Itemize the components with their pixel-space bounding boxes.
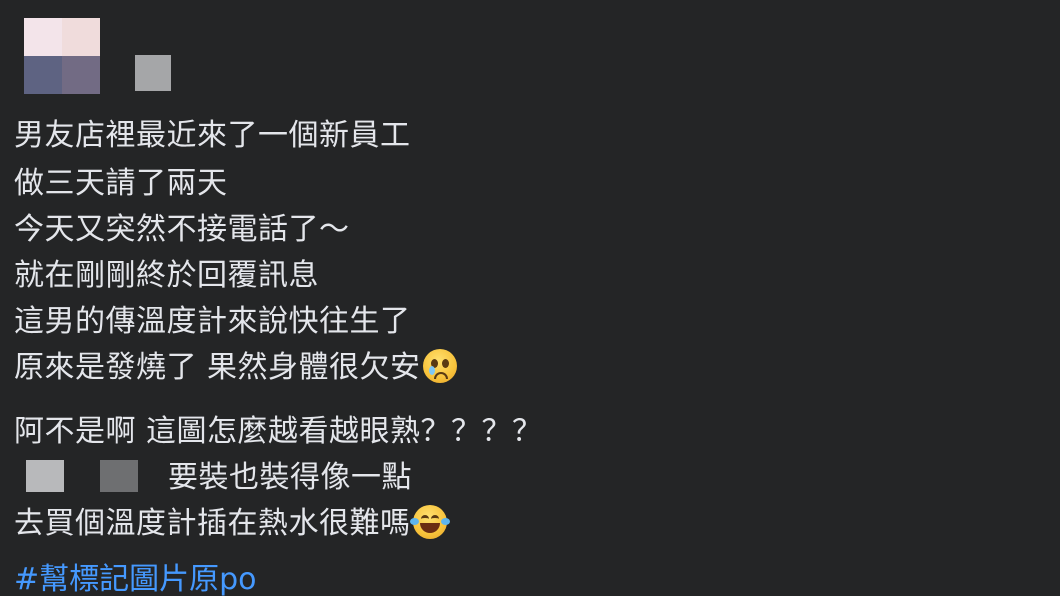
post-text-line-6-text: 原來是發燒了 果然身體很欠安 (14, 350, 421, 385)
hashtag-link[interactable]: #幫標記圖片原po (14, 562, 257, 596)
post-text-line-1: 男友店裡最近來了一個新員工 (14, 118, 411, 153)
mention-censored-2[interactable] (100, 459, 138, 492)
post-text-line-4: 就在剛剛終於回覆訊息 (14, 258, 319, 293)
face-with-tears-of-joy-icon (409, 504, 450, 539)
post-text-line-2: 做三天請了兩天 (14, 166, 228, 201)
avatar[interactable] (24, 18, 100, 94)
mention-censored-1[interactable] (26, 459, 64, 492)
facebook-post: 男友店裡最近來了一個新員工 做三天請了兩天 今天又突然不接電話了～ 就在剛剛終於… (0, 0, 1060, 596)
post-text-line-9-text: 去買個溫度計插在熱水很難嗎 (14, 506, 411, 541)
avatar-pixel (24, 18, 62, 56)
author-name-censored[interactable] (135, 55, 171, 91)
pleading-face-icon (422, 348, 457, 383)
post-text-line-8-text: 要裝也裝得像一點 (168, 460, 412, 495)
avatar-pixel (24, 56, 62, 94)
post-text-line-6: 原來是發燒了 果然身體很欠安 (14, 348, 457, 386)
avatar-pixel (62, 56, 100, 94)
post-text-line-3: 今天又突然不接電話了～ (14, 212, 350, 247)
post-text-line-8: 要裝也裝得像一點 (14, 459, 412, 496)
post-text-line-5: 這男的傳溫度計來說快往生了 (14, 304, 411, 339)
post-text-line-9: 去買個溫度計插在熱水很難嗎 (14, 504, 450, 542)
post-text-line-7: 阿不是啊 這圖怎麼越看越眼熟？？？？ (14, 414, 543, 449)
avatar-pixel (62, 18, 100, 56)
